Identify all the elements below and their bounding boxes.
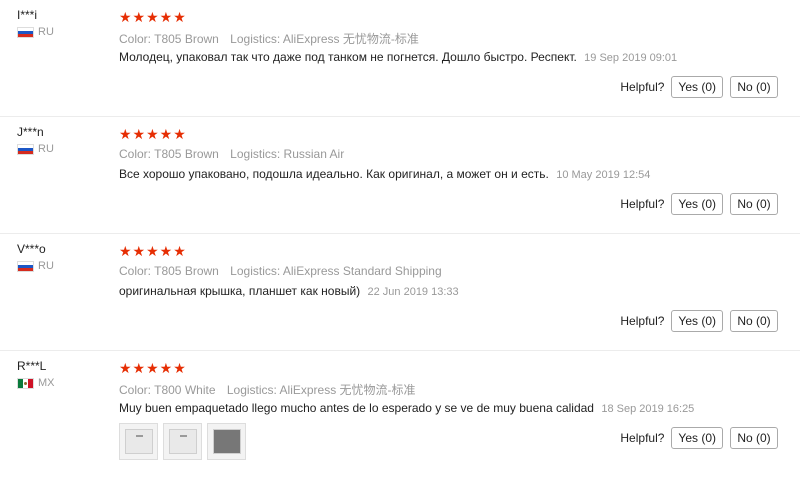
helpful-controls: Helpful? Yes (0) No (0) [620, 76, 778, 98]
russia-flag-icon [17, 260, 34, 272]
helpful-controls: Helpful? Yes (0) No (0) [620, 427, 778, 449]
star-rating: ★★★★★ [119, 360, 187, 376]
country-code: RU [38, 260, 54, 272]
star-rating: ★★★★★ [119, 243, 187, 259]
review-item: R***L MX ★★★★★ Color: T800 White Logisti… [0, 351, 800, 483]
helpful-label: Helpful? [620, 80, 665, 94]
helpful-yes-button[interactable]: Yes (0) [671, 76, 723, 98]
reviewer-name: R***L [17, 359, 47, 373]
review-date: 10 May 2019 12:54 [556, 169, 651, 181]
review-text-line: Молодец, упаковал так что даже под танко… [119, 50, 677, 64]
logistics-info: Logistics: Russian Air [230, 147, 345, 161]
reviewer-country: RU [17, 260, 54, 272]
helpful-no-button[interactable]: No (0) [730, 76, 778, 98]
country-code: RU [38, 143, 54, 155]
review-photo-thumbnail[interactable] [163, 423, 202, 460]
logistics-info: Logistics: AliExpress 无忧物流-标准 [230, 32, 419, 46]
product-color: Color: T805 Brown [119, 147, 219, 161]
russia-flag-icon [17, 26, 34, 38]
reviewer-name: J***n [17, 125, 44, 139]
product-color: Color: T805 Brown [119, 264, 219, 278]
review-item: J***n RU ★★★★★ Color: T805 Brown Logisti… [0, 117, 800, 234]
review-text: Молодец, упаковал так что даже под танко… [119, 50, 577, 64]
review-photos [119, 423, 246, 460]
review-date: 18 Sep 2019 16:25 [601, 403, 695, 415]
review-text: оригинальная крышка, планшет как новый) [119, 284, 361, 298]
helpful-no-button[interactable]: No (0) [730, 310, 778, 332]
helpful-no-button[interactable]: No (0) [730, 193, 778, 215]
reviewer-name: V***o [17, 242, 46, 256]
helpful-label: Helpful? [620, 431, 665, 445]
product-photo-icon [212, 429, 241, 454]
review-list: I***i RU ★★★★★ Color: T805 Brown Logisti… [0, 0, 800, 483]
reviewer-country: MX [17, 377, 55, 389]
review-item: I***i RU ★★★★★ Color: T805 Brown Logisti… [0, 0, 800, 117]
product-photo-icon [168, 429, 197, 454]
country-code: RU [38, 26, 54, 38]
russia-flag-icon [17, 143, 34, 155]
review-meta: Color: T805 Brown Logistics: AliExpress … [119, 264, 442, 278]
helpful-yes-button[interactable]: Yes (0) [671, 310, 723, 332]
star-rating: ★★★★★ [119, 126, 187, 142]
product-color: Color: T805 Brown [119, 32, 219, 46]
review-date: 22 Jun 2019 13:33 [367, 286, 459, 298]
review-meta: Color: T805 Brown Logistics: Russian Air [119, 147, 344, 161]
product-photo-icon [124, 429, 153, 454]
helpful-label: Helpful? [620, 197, 665, 211]
logistics-info: Logistics: AliExpress 无忧物流-标准 [226, 383, 416, 397]
reviewer-country: RU [17, 26, 54, 38]
mexico-flag-icon [17, 377, 34, 389]
review-date: 19 Sep 2019 09:01 [584, 52, 678, 64]
reviewer-country: RU [17, 143, 54, 155]
review-text-line: Все хорошо упаковано, подошла идеально. … [119, 167, 650, 181]
helpful-label: Helpful? [620, 314, 665, 328]
product-color: Color: T800 White [119, 383, 216, 397]
review-photo-thumbnail[interactable] [119, 423, 158, 460]
review-text: Все хорошо упаковано, подошла идеально. … [119, 167, 549, 181]
helpful-no-button[interactable]: No (0) [730, 427, 778, 449]
country-code: MX [38, 377, 55, 389]
review-text: Muy buen empaquetado llego mucho antes d… [119, 401, 594, 415]
helpful-yes-button[interactable]: Yes (0) [671, 193, 723, 215]
review-photo-thumbnail[interactable] [207, 423, 246, 460]
star-rating: ★★★★★ [119, 9, 187, 25]
review-meta: Color: T800 White Logistics: AliExpress … [119, 381, 416, 398]
review-meta: Color: T805 Brown Logistics: AliExpress … [119, 30, 419, 47]
reviewer-name: I***i [17, 8, 38, 22]
review-item: V***o RU ★★★★★ Color: T805 Brown Logisti… [0, 234, 800, 351]
review-text-line: Muy buen empaquetado llego mucho antes d… [119, 401, 694, 415]
helpful-controls: Helpful? Yes (0) No (0) [620, 310, 778, 332]
review-text-line: оригинальная крышка, планшет как новый) … [119, 284, 459, 298]
helpful-yes-button[interactable]: Yes (0) [671, 427, 723, 449]
helpful-controls: Helpful? Yes (0) No (0) [620, 193, 778, 215]
logistics-info: Logistics: AliExpress Standard Shipping [230, 264, 442, 278]
